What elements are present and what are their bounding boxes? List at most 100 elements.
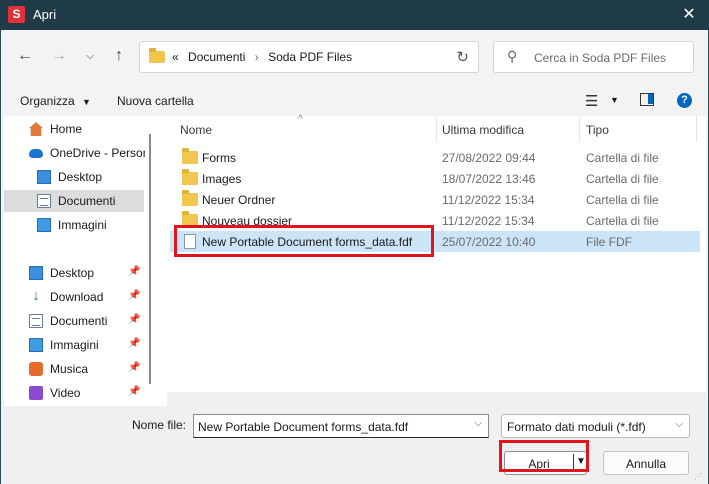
file-modified: 11/12/2022 15:34 <box>442 214 535 228</box>
filename-input[interactable]: New Portable Document forms_data.fdf ⌵ <box>193 414 489 438</box>
filetype-select[interactable]: Formato dati moduli (*.fdf) ⌵ <box>501 414 690 438</box>
sort-ascending-icon: ^ <box>298 114 303 125</box>
file-type: Cartella di file <box>586 214 659 228</box>
home-icon <box>29 122 43 136</box>
column-header-label: Nome <box>180 123 213 137</box>
organize-button[interactable]: Organizza ▼ <box>20 94 91 108</box>
file-modified: 18/07/2022 13:46 <box>442 172 536 186</box>
navigation-pane: Home OneDrive - Person Desktop Documenti… <box>4 116 159 406</box>
view-options-chevron-down-icon[interactable]: ▼ <box>610 95 619 105</box>
file-row[interactable]: Neuer Ordner 11/12/2022 15:34 Cartella d… <box>170 189 700 210</box>
sidebar-item-quick-video[interactable]: Video 📌 <box>4 382 144 404</box>
sidebar-item-quick-immagini[interactable]: Immagini 📌 <box>4 334 144 356</box>
sidebar-item-label: Download <box>50 290 104 304</box>
pictures-icon <box>29 338 43 352</box>
column-header-modified[interactable]: Ultima modifica <box>437 116 579 142</box>
documents-icon <box>37 194 51 208</box>
file-row[interactable]: Forms 27/08/2022 09:44 Cartella di file <box>170 147 700 168</box>
file-type: Cartella di file <box>586 172 659 186</box>
new-folder-button[interactable]: Nuova cartella <box>117 94 194 108</box>
back-arrow-icon[interactable]: ← <box>13 44 37 68</box>
sidebar-item-quick-musica[interactable]: Musica 📌 <box>4 358 144 380</box>
recent-locations-chevron-down-icon[interactable]: ⌵ <box>78 44 102 68</box>
sidebar-item-label: Desktop <box>58 170 103 184</box>
preview-pane-icon[interactable] <box>640 93 654 106</box>
chevron-down-icon: ▼ <box>82 97 91 107</box>
pin-icon: 📌 <box>128 314 141 325</box>
folder-icon <box>149 48 165 63</box>
sidebar-item-onedrive[interactable]: OneDrive - Person <box>4 142 145 164</box>
sidebar-item-label: Immagini <box>58 218 107 232</box>
cancel-button[interactable]: Annulla <box>603 451 689 475</box>
search-icon: ⚲ <box>507 48 518 64</box>
forward-arrow-icon[interactable]: → <box>47 44 71 68</box>
breadcrumb-separator-icon[interactable]: › <box>255 50 259 64</box>
column-header-label: Ultima modifica <box>442 123 525 137</box>
refresh-icon[interactable]: ↻ <box>456 48 469 66</box>
sidebar-item-quick-documenti[interactable]: Documenti 📌 <box>4 310 144 332</box>
breadcrumb-soda-pdf-files[interactable]: Soda PDF Files <box>268 50 352 64</box>
sidebar-item-label: OneDrive - Person <box>50 146 145 160</box>
view-options-icon[interactable]: ☰ <box>585 92 598 110</box>
sidebar-item-quick-desktop[interactable]: Desktop 📌 <box>4 262 144 284</box>
file-type: Cartella di file <box>586 151 659 165</box>
cloud-icon <box>29 149 43 158</box>
sidebar-item-documenti[interactable]: Documenti <box>4 190 144 212</box>
column-header-type[interactable]: Tipo <box>580 116 690 142</box>
resize-grip-icon[interactable]: ⋰ <box>694 472 702 481</box>
file-row[interactable]: Images 18/07/2022 13:46 Cartella di file <box>170 168 700 189</box>
dialog-footer: Nome file: New Portable Document forms_d… <box>1 406 708 484</box>
breadcrumb-overflow[interactable]: « <box>172 50 179 64</box>
desktop-icon <box>37 170 51 184</box>
close-icon[interactable]: ✕ <box>669 0 709 30</box>
file-modified: 27/08/2022 09:44 <box>442 151 536 165</box>
highlight-selected-file <box>174 225 434 257</box>
folder-icon <box>182 148 198 164</box>
file-list: ^ Nome Ultima modifica Tipo Forms 27/08/… <box>170 114 700 406</box>
video-icon <box>29 386 43 400</box>
sidebar-item-quick-download[interactable]: ↓ Download 📌 <box>4 286 144 308</box>
help-icon[interactable]: ? <box>677 93 692 108</box>
pin-icon: 📌 <box>128 290 141 301</box>
pin-icon: 📌 <box>128 266 141 277</box>
organize-label: Organizza <box>20 94 75 108</box>
documents-icon <box>29 314 43 328</box>
window-title: Apri <box>33 7 57 22</box>
download-icon: ↓ <box>32 287 40 304</box>
address-bar[interactable]: « Documenti › Soda PDF Files ↻ <box>139 41 479 73</box>
sidebar-item-label: Video <box>50 386 81 400</box>
search-input[interactable]: ⚲ Cerca in Soda PDF Files <box>493 41 694 73</box>
sidebar-item-home[interactable]: Home <box>4 118 144 140</box>
filename-label: Nome file: <box>132 418 187 432</box>
horizontal-scrollbar[interactable] <box>167 392 706 406</box>
folder-icon <box>182 169 198 185</box>
sidebar-item-label: Documenti <box>50 314 108 328</box>
command-toolbar: Organizza ▼ Nuova cartella ☰ ▼ ? <box>1 86 708 116</box>
search-placeholder: Cerca in Soda PDF Files <box>534 51 667 65</box>
column-header-label: Tipo <box>586 123 609 137</box>
sidebar-item-desktop[interactable]: Desktop <box>4 166 144 188</box>
folder-icon <box>182 190 198 206</box>
pictures-icon <box>37 218 51 232</box>
sidebar-item-label: Documenti <box>58 194 116 208</box>
title-bar: S Apri ✕ <box>0 0 709 30</box>
column-header-name[interactable]: ^ Nome <box>170 114 436 142</box>
pin-icon: 📌 <box>128 386 141 397</box>
pin-icon: 📌 <box>128 338 141 349</box>
content-area: Home OneDrive - Person Desktop Documenti… <box>4 114 706 406</box>
breadcrumb-documenti[interactable]: Documenti <box>188 50 245 64</box>
file-type: Cartella di file <box>586 193 659 207</box>
desktop-icon <box>29 266 43 280</box>
file-type: File FDF <box>586 235 632 249</box>
soda-pdf-app-icon: S <box>8 6 25 23</box>
breadcrumb: « Documenti › Soda PDF Files <box>172 50 358 64</box>
sidebar-item-label: Home <box>50 122 83 136</box>
chevron-down-icon[interactable]: ⌵ <box>474 418 482 429</box>
music-icon <box>29 362 43 376</box>
up-arrow-icon[interactable]: ↑ <box>107 44 131 68</box>
sidebar-item-immagini[interactable]: Immagini <box>4 214 144 236</box>
column-divider[interactable] <box>696 116 697 142</box>
sidebar-scrollbar[interactable] <box>149 134 151 384</box>
highlight-open-button <box>499 440 589 472</box>
sidebar-item-label: Desktop <box>50 266 95 280</box>
